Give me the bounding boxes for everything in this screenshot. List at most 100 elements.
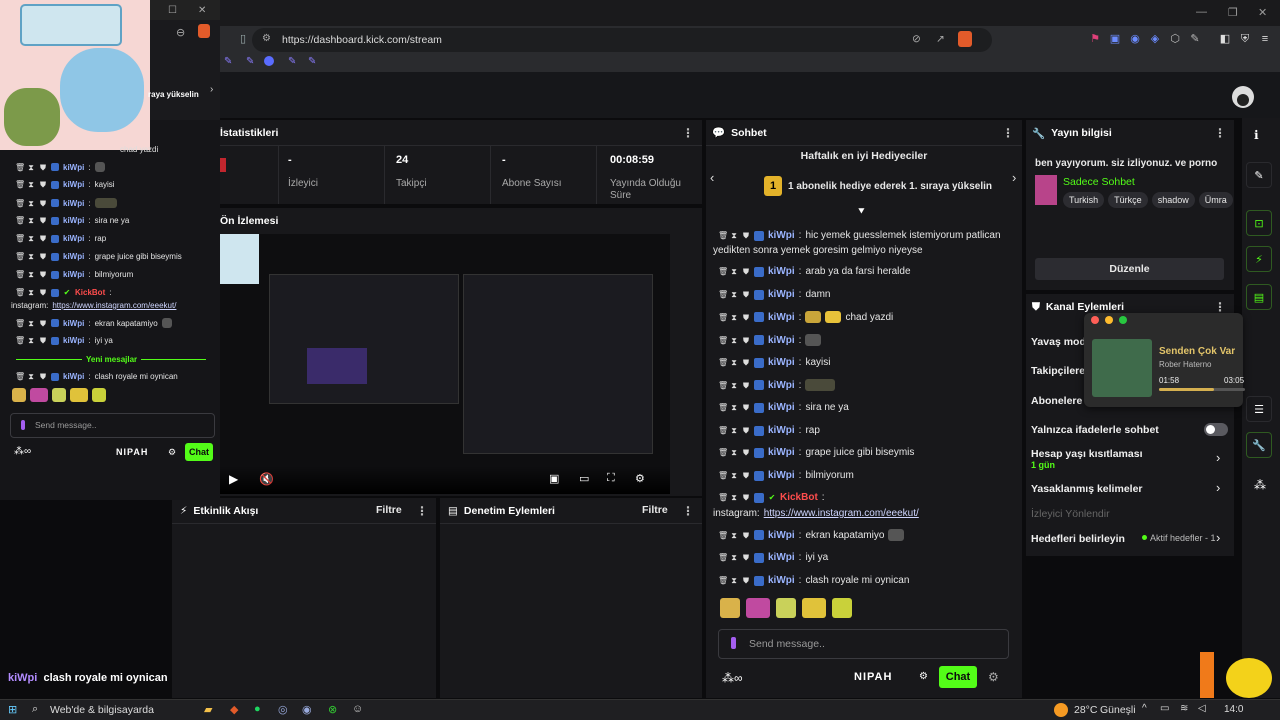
theater-icon[interactable]: ▭: [579, 472, 589, 485]
emote-icon[interactable]: [52, 388, 66, 402]
extension-icon[interactable]: ▣: [1108, 32, 1122, 46]
bookmark-icon[interactable]: ✎: [246, 56, 254, 67]
extension-icon[interactable]: ⚑: [1088, 32, 1102, 46]
clock[interactable]: 14:0: [1224, 704, 1243, 715]
kebab-icon[interactable]: ⋮: [682, 126, 694, 140]
emote-icon[interactable]: [70, 388, 88, 402]
banned-words-label[interactable]: Yasaklanmış kelimeler: [1031, 483, 1143, 495]
account-age-label[interactable]: Hesap yaşı kısıtlaması: [1031, 448, 1143, 460]
maximize-icon[interactable]: ☐: [168, 5, 177, 16]
minimize-icon[interactable]: —: [1196, 6, 1207, 18]
zoom-icon[interactable]: ⊖: [176, 26, 185, 39]
chevron-right-icon[interactable]: ›: [1216, 530, 1220, 545]
tag[interactable]: Ümra: [1198, 192, 1233, 208]
emote-icon[interactable]: [30, 388, 48, 402]
address-bar[interactable]: ⚙ https://dashboard.kick.com/stream ⊘ ↗: [252, 28, 992, 52]
bookmark-icon[interactable]: ✎: [308, 56, 316, 67]
network-icon[interactable]: ▭: [1160, 703, 1169, 714]
emote-icon[interactable]: [746, 598, 770, 618]
extension-icon[interactable]: ◉: [1128, 32, 1142, 46]
weather-desc[interactable]: Güneşli: [1100, 704, 1136, 716]
chevron-right-icon[interactable]: ›: [1216, 480, 1220, 495]
close-icon[interactable]: ✕: [1258, 6, 1267, 19]
emote-only-toggle[interactable]: [1204, 423, 1228, 436]
chat-send-button[interactable]: Chat: [185, 443, 213, 461]
close-icon[interactable]: [1091, 316, 1099, 324]
brave-icon[interactable]: ◆: [230, 703, 238, 716]
vpn-icon[interactable]: ⛨: [1238, 32, 1252, 46]
avatar[interactable]: [1232, 86, 1254, 108]
nipah-logo[interactable]: NIPAH: [854, 671, 892, 683]
xbox-icon[interactable]: ⊗: [328, 703, 337, 716]
gear-icon[interactable]: ⚙: [168, 447, 176, 458]
chevron-right-icon[interactable]: ›: [210, 84, 213, 95]
mic-icon[interactable]: [21, 420, 25, 430]
emote-icon[interactable]: [832, 598, 852, 618]
nipah-logo[interactable]: NIPAH: [116, 447, 148, 457]
taskbar-search[interactable]: Web'de & bilgisayarda: [50, 704, 154, 716]
volume-icon[interactable]: ◁: [1198, 703, 1206, 714]
extension-icon[interactable]: ◈: [1148, 32, 1162, 46]
kebab-icon[interactable]: ⋮: [1002, 126, 1014, 140]
tag[interactable]: Türkçe: [1108, 192, 1148, 208]
kebab-icon[interactable]: ⋮: [1214, 126, 1226, 140]
kick-points-icon[interactable]: ⁂∞: [14, 446, 31, 457]
folder-icon[interactable]: ▰: [204, 703, 212, 716]
edit-button[interactable]: Düzenle: [1035, 258, 1224, 280]
chevron-right-icon[interactable]: ›: [1216, 450, 1220, 465]
instagram-link[interactable]: https://www.instagram.com/eeekut/: [764, 508, 919, 519]
cog-icon[interactable]: ⚙: [988, 670, 999, 684]
activity-filter-button[interactable]: Filtre: [376, 504, 402, 516]
emote-icon[interactable]: [720, 598, 740, 618]
song-progress[interactable]: [1159, 388, 1245, 391]
play-icon[interactable]: ▶: [229, 472, 238, 486]
gear-icon[interactable]: ⚙: [919, 671, 928, 682]
brave-shield-icon[interactable]: [198, 24, 210, 38]
emote-icon[interactable]: [802, 598, 826, 618]
chat-input[interactable]: Send message..: [718, 629, 1009, 659]
tag[interactable]: Turkish: [1063, 192, 1105, 208]
windows-icon[interactable]: ⊞: [8, 703, 17, 716]
chevron-up-icon[interactable]: ^: [1142, 703, 1147, 714]
bookmark-icon[interactable]: [264, 56, 274, 66]
fullscreen-icon[interactable]: ⛶: [607, 472, 615, 485]
brave-shield-icon[interactable]: [958, 31, 972, 47]
steam-icon[interactable]: ◎: [278, 703, 288, 716]
subscribers-only-label[interactable]: Abonelere ö: [1031, 395, 1092, 407]
info-icon[interactable]: ℹ: [1254, 128, 1259, 142]
collapse-icon[interactable]: ⯆: [857, 206, 866, 219]
share-icon[interactable]: ↗: [936, 33, 945, 45]
bookmark-icon[interactable]: ▯: [236, 32, 250, 46]
kick-points-icon[interactable]: ⁂∞: [722, 671, 743, 685]
minimize-icon[interactable]: [1105, 316, 1113, 324]
kebab-icon[interactable]: ⋮: [416, 504, 428, 518]
document-icon[interactable]: ▤: [1246, 284, 1272, 310]
bookmark-icon[interactable]: ✎: [288, 56, 296, 67]
spotify-icon[interactable]: ●: [254, 703, 261, 715]
stream-preview[interactable]: ▶ 🔇 ▣ ▭ ⛶ ⚙: [219, 234, 670, 494]
kebab-icon[interactable]: ⋮: [1214, 300, 1226, 314]
settings-icon[interactable]: ⚙: [635, 472, 645, 485]
points-icon[interactable]: ⁂: [1254, 478, 1266, 492]
moderation-filter-button[interactable]: Filtre: [642, 504, 668, 516]
wrench-icon[interactable]: 🔧: [1246, 432, 1272, 458]
menu-icon[interactable]: ≡: [1258, 32, 1272, 46]
extension-icon[interactable]: ✎: [1188, 32, 1202, 46]
chevron-right-icon[interactable]: ›: [1012, 170, 1016, 185]
pencil-icon[interactable]: ✎: [1246, 162, 1272, 188]
close-icon[interactable]: ✕: [198, 5, 206, 16]
emote-icon[interactable]: [776, 598, 796, 618]
wifi-icon[interactable]: ≋: [1180, 703, 1188, 714]
maximize-icon[interactable]: [1119, 316, 1127, 324]
weather-temp[interactable]: 28°C: [1074, 704, 1097, 716]
site-settings-icon[interactable]: ⚙: [262, 33, 271, 44]
emote-icon[interactable]: [92, 388, 106, 402]
category-name[interactable]: Sadece Sohbet: [1063, 176, 1135, 188]
goals-label[interactable]: Hedefleri belirleyin: [1031, 533, 1125, 545]
lightning-icon[interactable]: ⚡: [1246, 246, 1272, 272]
mute-icon[interactable]: 🔇: [259, 472, 274, 486]
mic-icon[interactable]: [731, 637, 736, 649]
maximize-icon[interactable]: ❐: [1228, 6, 1238, 19]
bookmark-icon[interactable]: ✎: [224, 56, 232, 67]
instagram-link[interactable]: https://www.instagram.com/eeekut/: [52, 301, 176, 310]
